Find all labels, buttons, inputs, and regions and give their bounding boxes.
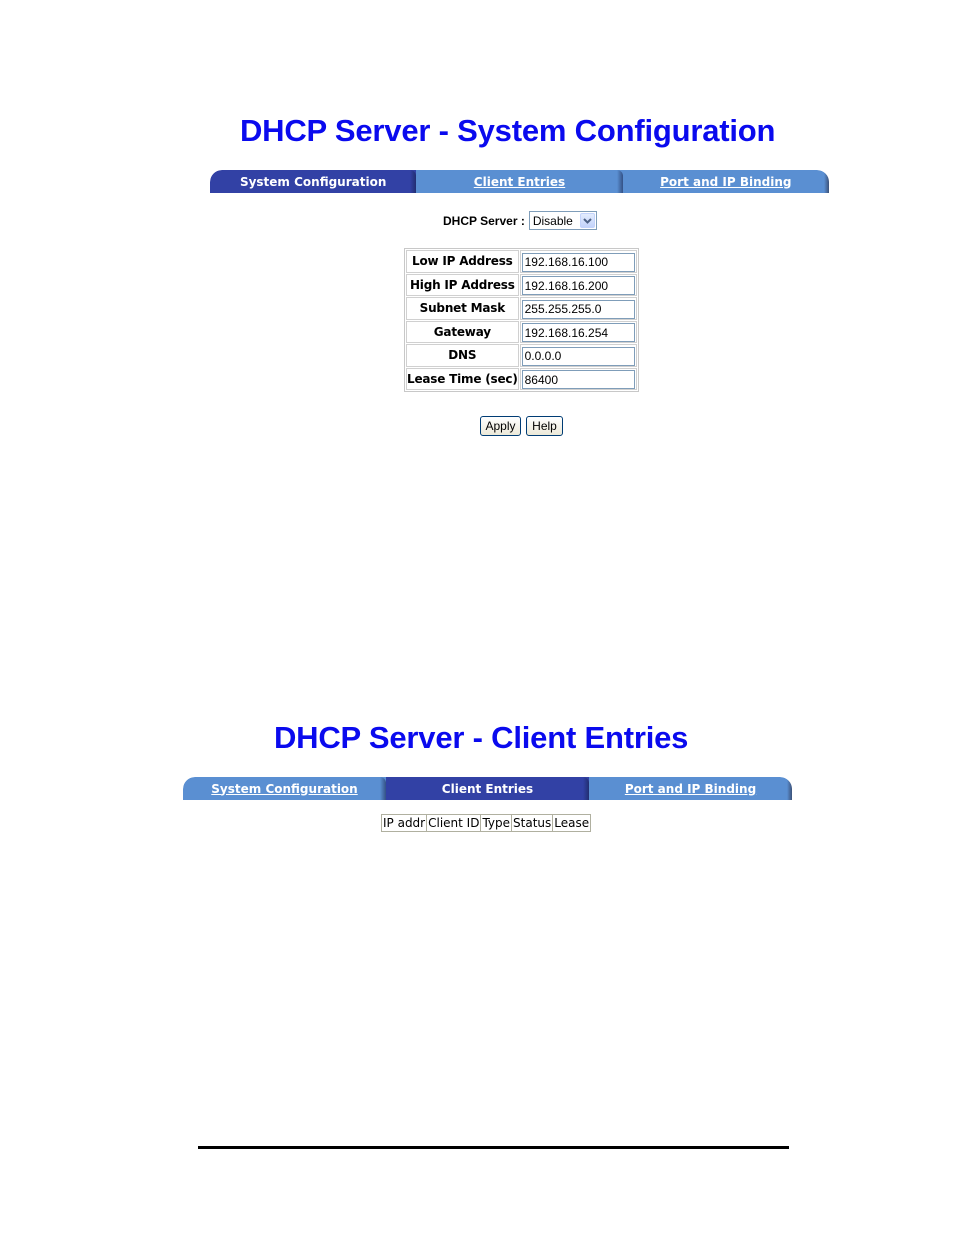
dns-input[interactable] (521, 346, 635, 366)
dhcp-server-row: DHCP Server : Disable (443, 211, 597, 230)
tab-port-and-ip-binding[interactable]: Port and IP Binding (622, 170, 829, 193)
gateway-input[interactable] (521, 323, 635, 342)
column-header-status: Status (511, 814, 554, 832)
dns-label: DNS (406, 344, 519, 367)
table-row: Subnet Mask (406, 297, 637, 320)
dhcp-server-select[interactable]: Disable (528, 211, 597, 230)
help-button[interactable]: Help (526, 416, 563, 436)
low-ip-label: Low IP Address (406, 250, 519, 273)
page-title-client-entries: DHCP Server - Client Entries (274, 720, 689, 755)
column-header-ip-addr: IP addr (380, 814, 428, 832)
dhcp-server-selected-value: Disable (532, 213, 573, 228)
page-title-system-configuration: DHCP Server - System Configuration (240, 113, 776, 148)
tab-bar: System Configuration Client Entries Port… (210, 170, 829, 193)
table-row: High IP Address (406, 273, 637, 296)
column-header-client-id: Client ID (426, 814, 482, 832)
tab-port-and-ip-binding[interactable]: Port and IP Binding (589, 777, 792, 800)
high-ip-label: High IP Address (406, 273, 519, 296)
footer-divider (198, 1146, 789, 1149)
tab-system-configuration[interactable]: System Configuration (210, 170, 417, 193)
table-header-row: IP addr Client ID Type Status Lease (380, 814, 592, 832)
high-ip-input[interactable] (521, 276, 635, 295)
lease-time-input[interactable] (521, 370, 635, 389)
chevron-down-icon[interactable] (579, 213, 595, 228)
subnet-mask-label: Subnet Mask (406, 297, 519, 320)
tab-client-entries[interactable]: Client Entries (386, 777, 589, 800)
tab-label: Port and IP Binding (660, 174, 792, 189)
apply-button[interactable]: Apply (480, 416, 521, 436)
subnet-mask-input[interactable] (521, 299, 635, 319)
tab-bar: System Configuration Client Entries Port… (183, 777, 792, 800)
dhcp-server-label: DHCP Server : (443, 213, 525, 228)
dhcp-config-table: Low IP Address High IP Address Subnet Ma… (404, 248, 639, 392)
table-row: Low IP Address (406, 250, 637, 273)
tab-label: System Configuration (239, 174, 387, 189)
tab-label: Client Entries (441, 781, 534, 796)
column-header-lease: Lease (552, 814, 592, 832)
client-entries-table: IP addr Client ID Type Status Lease (380, 814, 592, 832)
gateway-label: Gateway (406, 320, 519, 343)
tab-client-entries[interactable]: Client Entries (416, 170, 623, 193)
low-ip-input[interactable] (521, 252, 635, 272)
tab-label: Port and IP Binding (624, 781, 757, 796)
tab-system-configuration[interactable]: System Configuration (183, 777, 386, 800)
tab-label: Client Entries (473, 174, 566, 189)
lease-time-label: Lease Time (sec) (406, 367, 519, 390)
table-row: DNS (406, 344, 637, 367)
table-row: Gateway (406, 320, 637, 343)
tab-label: System Configuration (211, 781, 358, 796)
column-header-type: Type (480, 814, 513, 832)
table-row: Lease Time (sec) (406, 367, 637, 390)
